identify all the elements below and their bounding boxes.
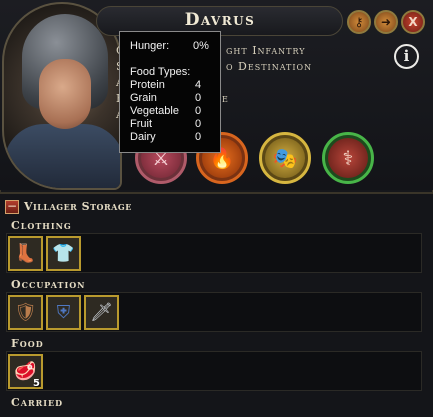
tunic-icon: 👕 <box>52 243 75 264</box>
tooltip-food-row: Grain 0 <box>130 92 216 105</box>
tunic-item[interactable]: 👕 <box>46 236 81 271</box>
tooltip-food-types-label: Food Types: <box>130 66 216 79</box>
stat-job: ght Infantry <box>226 44 306 57</box>
tooltip-food-row: Dairy 0 <box>130 131 216 144</box>
food-type-name: Vegetable <box>130 105 179 117</box>
medical-caduceus-icon: ⚕ <box>328 138 368 178</box>
boots-item[interactable]: 👢 <box>8 236 43 271</box>
category-carried-label: Carried <box>11 396 64 409</box>
food-type-name: Fruit <box>130 118 152 130</box>
food-type-value: 4 <box>195 79 202 91</box>
shield-icon: ⛨ <box>56 302 71 323</box>
sword-item[interactable]: 🗡 <box>84 295 119 330</box>
food-type-name: Dairy <box>130 131 156 143</box>
portrait-body <box>4 124 120 188</box>
villager-name: Davrus <box>184 10 256 30</box>
stat-status: o Destination <box>226 60 313 73</box>
boots-icon: 👢 <box>14 243 37 264</box>
category-occupation-label: Occupation <box>11 278 86 291</box>
sword-icon: 🗡 <box>90 302 113 323</box>
food-type-value: 0 <box>195 92 202 104</box>
storage-title: Villager Storage <box>24 200 132 213</box>
meat-item[interactable]: 🥩 5 <box>8 354 43 389</box>
theater-masks-icon: 🎭 <box>265 138 305 178</box>
tooltip-hunger-row: Hunger: 0% <box>130 40 216 53</box>
tooltip-food-row: Fruit 0 <box>130 118 216 131</box>
door-exit-icon[interactable]: ➜ <box>374 10 398 34</box>
item-quantity: 5 <box>33 378 40 389</box>
key-icon[interactable]: ⚷ <box>347 10 371 34</box>
shield-item[interactable]: ⛨ <box>46 295 81 330</box>
food-type-value: 0 <box>195 131 202 143</box>
food-type-value: 0 <box>195 105 202 117</box>
food-types-label: Food Types: <box>130 66 191 78</box>
entertainment-role-icon[interactable]: 🎭 <box>259 132 311 184</box>
tooltip-hunger-value: 0% <box>193 40 209 52</box>
tooltip-hunger-label: Hunger: <box>130 40 170 52</box>
close-button[interactable]: X <box>401 10 425 34</box>
hunger-tooltip: Hunger: 0% Food Types: Protein 4 Grain 0… <box>119 31 221 153</box>
armor-icon: 🛡 <box>14 302 37 323</box>
food-type-name: Grain <box>130 92 157 104</box>
health-role-icon[interactable]: ⚕ <box>322 132 374 184</box>
info-icon[interactable]: i <box>394 44 419 69</box>
category-food-label: Food <box>11 337 44 350</box>
tooltip-food-row: Protein 4 <box>130 79 216 92</box>
category-clothing-label: Clothing <box>11 219 72 232</box>
tooltip-food-row: Vegetable 0 <box>130 105 216 118</box>
food-slot-row <box>6 351 422 391</box>
armor-item[interactable]: 🛡 <box>8 295 43 330</box>
food-type-name: Protein <box>130 79 165 91</box>
stat-value-4: e <box>222 92 229 105</box>
portrait-face <box>39 59 91 129</box>
food-type-value: 0 <box>195 118 202 130</box>
collapse-storage-button[interactable]: − <box>5 200 19 214</box>
